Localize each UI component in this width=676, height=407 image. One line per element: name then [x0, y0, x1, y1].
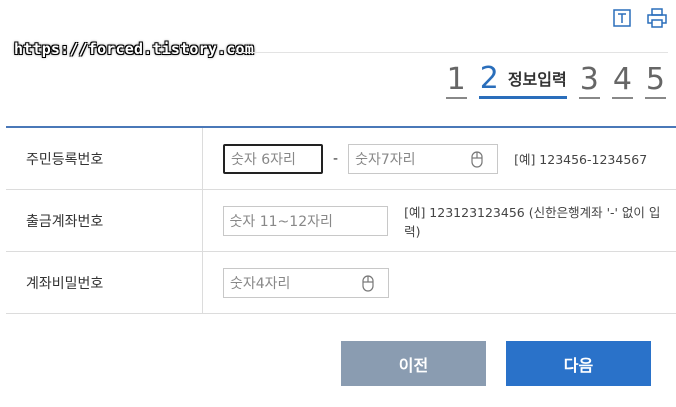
form-row-account-password: 계좌비밀번호 숫자4자리: [6, 252, 676, 314]
step-3: 3: [578, 62, 600, 99]
step-2-active: 2 정보입력: [478, 61, 567, 99]
step-indicator: 1 2 정보입력 3 4 5: [445, 61, 666, 99]
account-password-input[interactable]: 숫자4자리: [223, 267, 389, 298]
account-number-input[interactable]: 숫자 11~12자리: [222, 205, 389, 236]
account-password-label: 계좌비밀번호: [6, 252, 203, 313]
account-number-hint: [예] 123123123456 (신한은행계좌 '-' 없이 입력): [404, 204, 661, 239]
resident-number-hint: [예] 123456-1234567: [514, 152, 648, 167]
mouse-icon[interactable]: [362, 274, 374, 296]
account-password-placeholder: 숫자4자리: [230, 275, 291, 292]
next-button[interactable]: 다음: [506, 341, 651, 386]
text-size-icon[interactable]: [612, 8, 632, 28]
account-number-label: 출금계좌번호: [6, 190, 203, 251]
resident-number-second-placeholder: 숫자7자리: [355, 151, 416, 168]
account-number-placeholder: 숫자 11~12자리: [229, 213, 333, 230]
step-2: 2: [479, 61, 499, 96]
divider: [236, 52, 668, 53]
top-toolbar: [612, 8, 667, 28]
step-1: 1: [445, 62, 467, 99]
step-5: 5: [644, 62, 666, 99]
resident-number-label: 주민등록번호: [6, 128, 203, 189]
mouse-icon[interactable]: [471, 150, 483, 172]
step-4: 4: [611, 62, 633, 99]
form-row-resident-number: 주민등록번호 숫자 6자리 - 숫자7자리 [예] 123456-1234567: [6, 128, 676, 190]
resident-number-first-placeholder: 숫자 6자리: [231, 151, 296, 168]
form-table: 주민등록번호 숫자 6자리 - 숫자7자리 [예] 123456-1234567…: [6, 126, 676, 314]
dash-separator: -: [333, 150, 339, 167]
print-icon[interactable]: [646, 8, 667, 28]
form-row-account-number: 출금계좌번호 숫자 11~12자리 [예] 123123123456 (신한은행…: [6, 190, 676, 252]
prev-button[interactable]: 이전: [341, 341, 486, 386]
watermark: https://forced.tistory.com: [14, 40, 254, 58]
resident-number-first-input[interactable]: 숫자 6자리: [223, 143, 323, 174]
resident-number-second-input[interactable]: 숫자7자리: [348, 143, 499, 174]
step-active-label: 정보입력: [507, 70, 567, 89]
